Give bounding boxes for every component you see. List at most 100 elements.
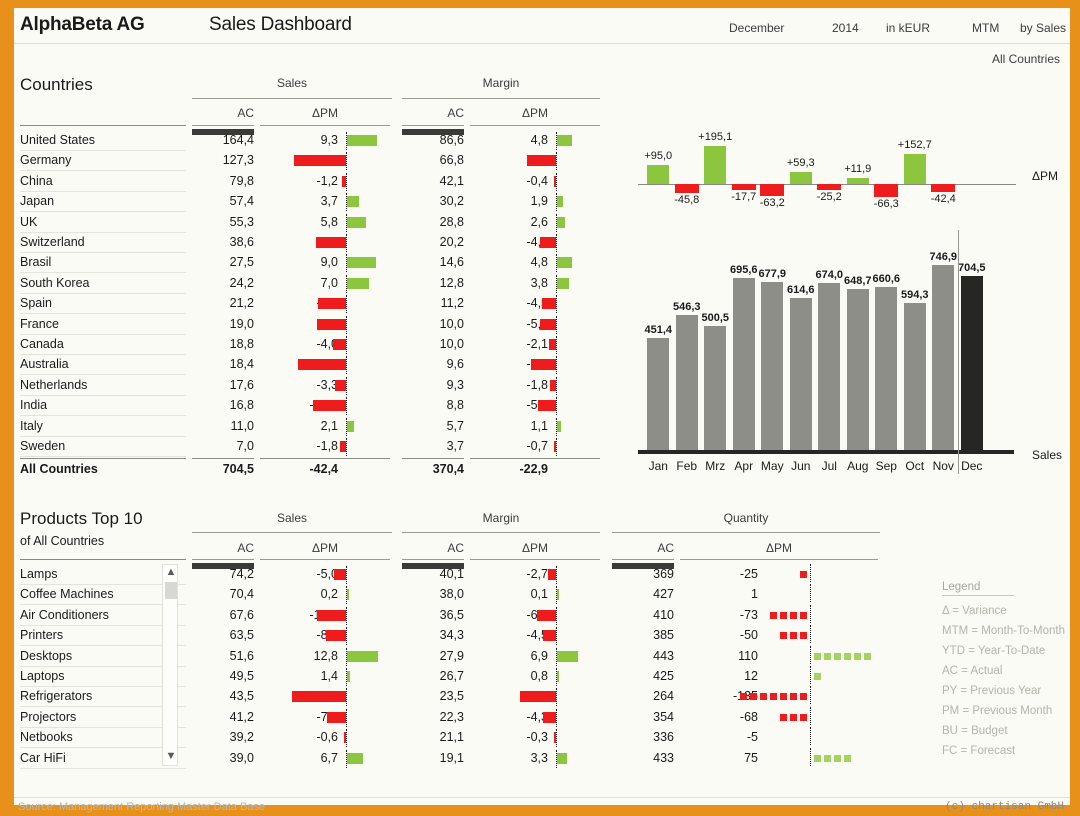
country-row-label[interactable]: India (20, 398, 47, 412)
country-margin-delta-bar (550, 379, 556, 391)
product-qty-dot (780, 713, 787, 721)
country-sales-dpm: 7,0 (320, 275, 338, 290)
countries-sales-ac-header: AC (237, 106, 254, 120)
countries-total-margin-dpm: -22,9 (519, 462, 549, 477)
product-sales-delta-zero-line (346, 627, 347, 646)
product-qty-zero-line (810, 686, 811, 705)
product-sales-ac: 49,5 (229, 669, 254, 683)
country-sales-delta-zero-line (346, 376, 347, 395)
country-row-label[interactable]: Germany (20, 153, 71, 167)
country-row-label[interactable]: UK (20, 215, 37, 229)
product-row-label[interactable]: Projectors (20, 710, 76, 724)
country-row-label[interactable]: Italy (20, 419, 43, 433)
country-sales-ac: 18,4 (229, 357, 254, 372)
countries-total-margin-ac: 370,4 (432, 462, 464, 477)
country-row-label[interactable]: Australia (20, 357, 69, 371)
country-row-label[interactable]: Netherlands (20, 378, 87, 392)
product-qty-dot (790, 693, 797, 701)
filter-sort[interactable]: by Sales (1020, 21, 1066, 35)
product-row-label[interactable]: Lamps (20, 567, 58, 581)
product-qty-dot (844, 754, 851, 762)
product-qty-dot (740, 693, 747, 701)
row-separator (20, 456, 186, 457)
country-sales-ac: 164,4 (222, 133, 254, 147)
product-row-label[interactable]: Coffee Machines (20, 587, 114, 601)
sales-bar (960, 275, 983, 450)
country-margin-delta-bar (541, 298, 556, 310)
products-qty-dpm-header: ΔPM (765, 541, 792, 555)
country-margin-delta-bar (557, 257, 573, 269)
products-group-margin: Margin (482, 511, 520, 525)
product-sales-delta-bar (327, 711, 346, 723)
country-sales-ac: 38,6 (229, 235, 254, 249)
country-sales-dpm: -1,2 (316, 173, 338, 188)
product-row-label[interactable]: Printers (20, 628, 63, 642)
country-sales-delta-zero-line (346, 295, 347, 314)
country-sales-delta-zero-line (346, 397, 347, 416)
country-margin-dpm: 1,1 (530, 418, 548, 433)
country-margin-delta-bar (540, 318, 556, 330)
country-sales-delta-zero-line (346, 172, 347, 191)
product-margin-ac: 40,1 (439, 567, 464, 581)
products-scrollbar[interactable]: ▲ ▼ (162, 564, 178, 766)
country-row-label[interactable]: Switzerland (20, 235, 85, 249)
products-panel-title: Products Top 10 (20, 509, 143, 528)
country-row-label[interactable]: Brasil (20, 255, 51, 269)
product-row-label[interactable]: Air Conditioners (20, 608, 109, 622)
product-sales-ac: 43,5 (229, 689, 254, 704)
scroll-up-icon[interactable]: ▲ (163, 566, 179, 580)
country-row-label[interactable]: China (20, 174, 53, 188)
footer-source: Source: Management Reporting Master Data… (18, 801, 266, 813)
country-row-label[interactable]: Sweden (20, 439, 65, 453)
scrollbar-thumb[interactable] (165, 582, 177, 599)
country-sales-delta-bar (347, 420, 354, 432)
country-sales-dpm: 5,8 (320, 214, 338, 229)
products-margin-dpm-rule (470, 559, 600, 560)
products-margin-dpm-header: ΔPM (521, 541, 548, 555)
country-row-label[interactable]: South Korea (20, 276, 90, 290)
country-sales-dpm: -3,3 (316, 377, 338, 392)
country-row-label[interactable]: United States (20, 133, 95, 147)
product-margin-delta-zero-line (556, 729, 557, 748)
country-sales-ac: 27,5 (229, 255, 254, 270)
country-sales-dpm: 2,1 (320, 418, 338, 433)
product-row-label[interactable]: Netbooks (20, 730, 73, 744)
country-row-label[interactable]: Canada (20, 337, 64, 351)
product-row-label[interactable]: Refrigerators (20, 689, 92, 703)
product-qty-zero-line (810, 747, 811, 766)
filter-unit[interactable]: in kEUR (886, 21, 930, 35)
filter-mode[interactable]: MTM (972, 21, 999, 35)
countries-margin-ac-rule (402, 125, 464, 126)
country-row-label[interactable]: Japan (20, 194, 54, 208)
product-row-label[interactable]: Desktops (20, 649, 72, 663)
country-margin-dpm: -1,8 (526, 377, 548, 392)
country-margin-delta-zero-line (556, 336, 557, 354)
filter-month[interactable]: December (729, 21, 784, 35)
product-row-label[interactable]: Car HiFi (20, 751, 66, 765)
product-qty-dot (790, 632, 797, 640)
row-separator (20, 313, 186, 315)
product-margin-delta-zero-line (556, 688, 557, 707)
products-sales-dpm-header: ΔPM (311, 541, 338, 555)
country-row-label[interactable]: Spain (20, 296, 52, 310)
product-row-label[interactable]: Laptops (20, 669, 64, 683)
countries-margin-rule (402, 98, 600, 99)
product-margin-ac: 23,5 (439, 689, 464, 704)
country-margin-delta-zero-line (556, 356, 557, 375)
row-separator (20, 354, 186, 355)
filter-year[interactable]: 2014 (832, 21, 859, 35)
country-margin-ac: 12,8 (439, 275, 464, 290)
scroll-down-icon[interactable]: ▼ (163, 750, 179, 764)
product-qty-dpm: -73 (739, 607, 758, 622)
country-row-label[interactable]: France (20, 317, 59, 331)
sales-bar (932, 265, 955, 450)
country-margin-dpm: -5,5 (526, 398, 548, 413)
product-margin-delta-zero-line (556, 708, 557, 727)
country-sales-ac: 24,2 (229, 275, 254, 290)
row-separator (20, 252, 186, 253)
country-margin-dpm: -4,9 (526, 235, 548, 249)
country-sales-delta-zero-line (346, 315, 347, 334)
scope-tag: All Countries (991, 52, 1060, 66)
product-margin-dpm: -4,3 (526, 709, 548, 724)
country-sales-delta-zero-line (346, 152, 347, 171)
